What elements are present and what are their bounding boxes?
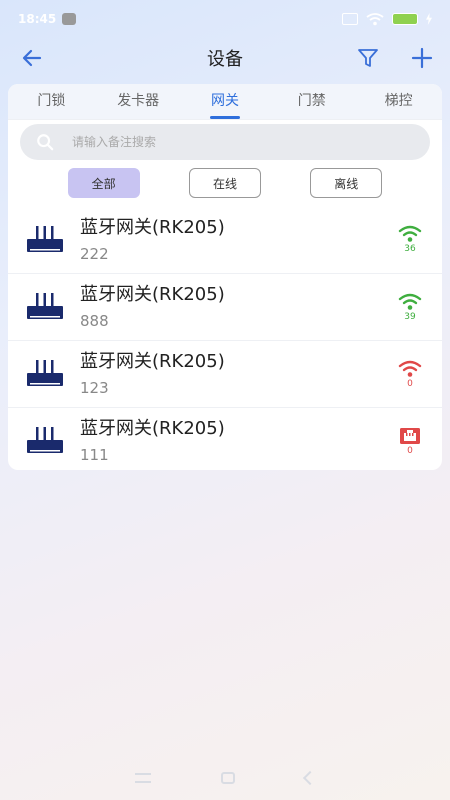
- gateway-router-icon: [27, 293, 63, 319]
- wifi-online-icon: [398, 225, 422, 242]
- add-icon[interactable]: [410, 46, 434, 70]
- device-info: 蓝牙网关(RK205) 222: [80, 215, 388, 265]
- device-name: 蓝牙网关(RK205): [80, 351, 225, 372]
- filter-all-button[interactable]: 全部: [67, 168, 140, 198]
- ethernet-offline-icon: [400, 427, 420, 444]
- search-icon: [37, 134, 54, 151]
- wifi-online-icon: [398, 293, 422, 310]
- device-list: 蓝牙网关(RK205) 222 36 蓝牙网关(RK205) 888 39 蓝牙…: [8, 206, 442, 470]
- home-icon[interactable]: [221, 772, 235, 784]
- tab-card-issuer[interactable]: 发卡器: [95, 84, 182, 119]
- tab-access-control[interactable]: 门禁: [268, 84, 355, 119]
- device-row[interactable]: 蓝牙网关(RK205) 111 0: [8, 407, 442, 470]
- charging-icon: [426, 13, 432, 25]
- device-note: 888: [80, 312, 109, 330]
- device-name: 蓝牙网关(RK205): [80, 216, 225, 238]
- signal-value: 0: [407, 445, 413, 456]
- device-status: 39: [388, 293, 432, 322]
- wifi-offline-icon: [398, 360, 422, 377]
- gateway-router-icon: [27, 225, 63, 252]
- device-name: 蓝牙网关(RK205): [80, 284, 225, 305]
- search-bar[interactable]: [20, 124, 430, 160]
- device-status: 0: [388, 360, 432, 389]
- device-row[interactable]: 蓝牙网关(RK205) 123 0: [8, 340, 442, 407]
- back-arrow-icon[interactable]: [20, 46, 44, 70]
- device-status: 0: [388, 427, 432, 456]
- device-info: 蓝牙网关(RK205) 123: [80, 349, 388, 399]
- tab-elevator-control[interactable]: 梯控: [355, 84, 442, 119]
- signal-value: 0: [407, 378, 413, 389]
- device-row[interactable]: 蓝牙网关(RK205) 222 36: [8, 206, 442, 273]
- tab-bar: 门锁 发卡器 网关 门禁 梯控: [8, 84, 442, 120]
- device-note: 111: [80, 446, 109, 464]
- filter-online-button[interactable]: 在线: [188, 168, 261, 198]
- back-icon[interactable]: [302, 770, 318, 786]
- tab-gateway[interactable]: 网关: [182, 84, 269, 119]
- page-title: 设备: [207, 49, 243, 70]
- filter-offline-button[interactable]: 离线: [310, 168, 383, 198]
- gateway-router-icon: [27, 360, 63, 386]
- status-left: 18:45: [18, 12, 77, 26]
- battery-icon: [392, 13, 418, 25]
- nav-bar: 设备: [0, 38, 450, 78]
- device-card: 门锁 发卡器 网关 门禁 梯控 全部 在线 离线 蓝牙网关(RK205): [8, 84, 442, 470]
- device-row[interactable]: 蓝牙网关(RK205) 888 39: [8, 273, 442, 340]
- system-nav-bar: [0, 766, 450, 790]
- device-name: 蓝牙网关(RK205): [80, 418, 225, 439]
- wrench-icon: [62, 13, 77, 25]
- gateway-router-icon: [27, 427, 63, 453]
- device-status: 36: [388, 225, 432, 254]
- menu-icon[interactable]: [135, 773, 151, 783]
- search-input[interactable]: [72, 135, 372, 149]
- status-time: 18:45: [18, 12, 57, 26]
- signal-value: 36: [404, 244, 416, 254]
- device-info: 蓝牙网关(RK205) 111: [80, 416, 388, 466]
- status-right: [342, 12, 432, 26]
- device-note: 222: [80, 244, 109, 263]
- device-info: 蓝牙网关(RK205) 888: [80, 282, 388, 332]
- sim-off-icon: [342, 13, 358, 25]
- signal-value: 39: [404, 311, 416, 322]
- wifi-status-icon: [366, 12, 384, 25]
- status-filters: 全部 在线 离线: [8, 160, 442, 198]
- filter-icon[interactable]: [356, 46, 380, 70]
- tab-door-lock[interactable]: 门锁: [8, 84, 95, 119]
- status-bar: 18:45: [0, 0, 450, 38]
- device-note: 123: [80, 379, 109, 397]
